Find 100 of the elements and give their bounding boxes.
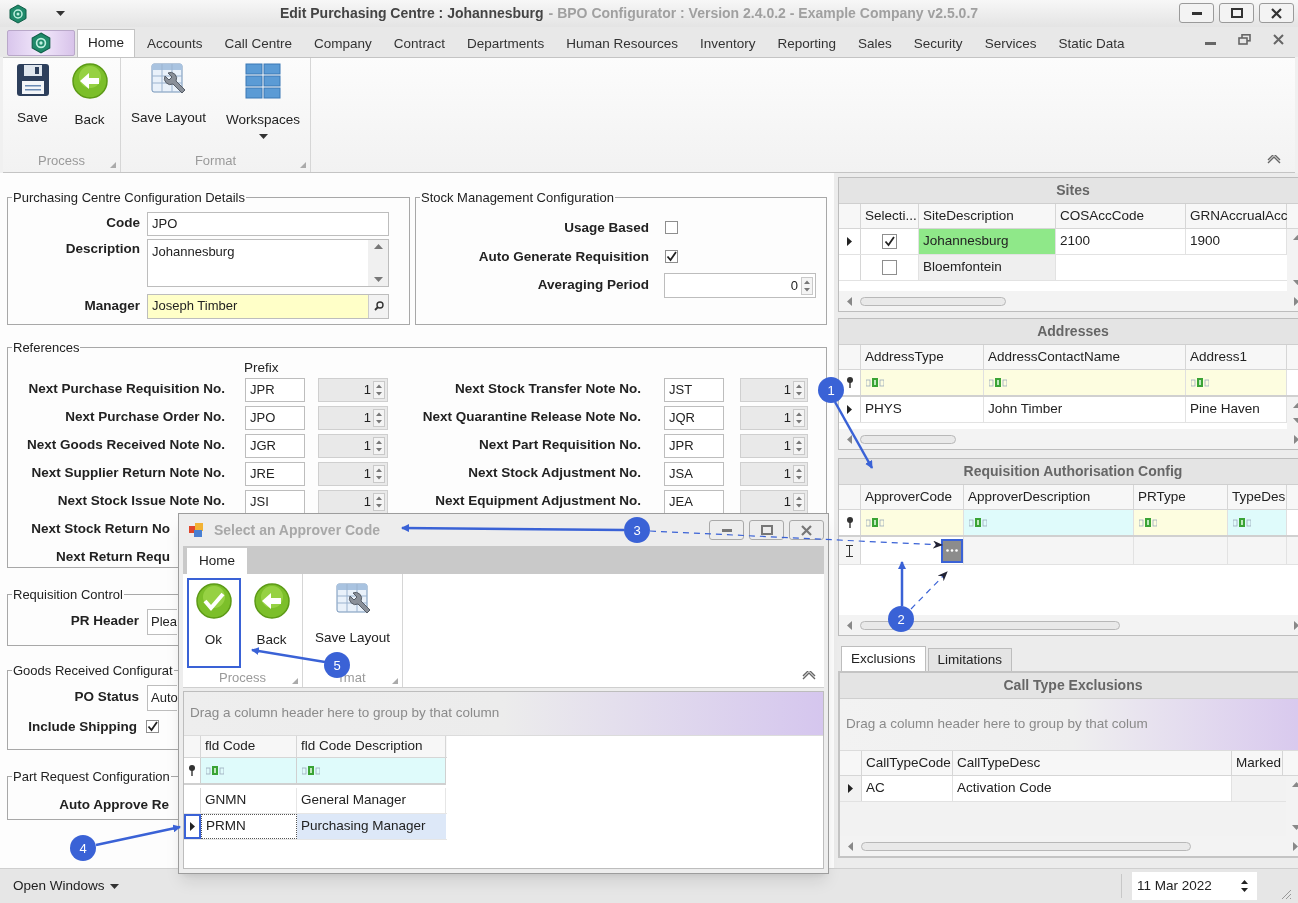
filter-cell[interactable] bbox=[861, 370, 984, 395]
ribbon-tab[interactable]: Accounts bbox=[137, 31, 213, 57]
scroll-left-icon[interactable] bbox=[847, 296, 852, 306]
open-windows-menu[interactable]: Open Windows bbox=[13, 875, 119, 897]
prefix-field[interactable]: JRE bbox=[245, 461, 305, 486]
editor-cell[interactable] bbox=[861, 537, 964, 564]
scrollbar-thumb[interactable] bbox=[860, 296, 1006, 306]
dialog-launcher-icon[interactable] bbox=[392, 677, 398, 684]
column-header[interactable]: AddressContactName bbox=[984, 345, 1186, 369]
spin-field[interactable]: 1 bbox=[740, 433, 808, 458]
spin-field[interactable]: 1 bbox=[740, 377, 808, 402]
spin-field[interactable]: 1 bbox=[740, 489, 808, 514]
ribbon-button[interactable]: Ok bbox=[186, 578, 241, 668]
filter-cell[interactable] bbox=[297, 758, 446, 785]
spin-icon[interactable] bbox=[1240, 878, 1249, 894]
scroll-down-icon[interactable] bbox=[373, 276, 383, 282]
prefix-field[interactable]: JPR bbox=[245, 377, 305, 402]
collapse-icon[interactable] bbox=[1267, 155, 1281, 164]
spin-field[interactable]: 1 bbox=[318, 433, 388, 458]
prefix-field[interactable]: JPR bbox=[664, 433, 724, 458]
prefix-field[interactable]: JST bbox=[664, 377, 724, 402]
column-header[interactable]: COSAccCode bbox=[1056, 204, 1186, 228]
close-button[interactable] bbox=[1259, 3, 1294, 23]
tab[interactable]: Exclusions bbox=[841, 646, 926, 671]
prefix-field[interactable]: JQR bbox=[664, 405, 724, 430]
ribbon-button[interactable]: Save bbox=[6, 58, 59, 148]
filter-cell[interactable] bbox=[201, 758, 297, 785]
column-header[interactable]: CallTypeCode bbox=[862, 751, 953, 775]
ribbon-tab[interactable]: Static Data bbox=[1048, 31, 1135, 57]
search-icon[interactable] bbox=[373, 301, 384, 311]
spin-field[interactable]: 0 bbox=[664, 273, 816, 298]
column-header[interactable]: Selecti... bbox=[861, 204, 919, 228]
spin-field[interactable]: 1 bbox=[740, 461, 808, 486]
filter-cell[interactable] bbox=[861, 510, 964, 535]
column-header[interactable]: Marked bbox=[1232, 751, 1283, 775]
table-cell[interactable]: PRMN bbox=[201, 814, 297, 839]
dialog-launcher-icon[interactable] bbox=[110, 162, 116, 168]
column-header[interactable]: AddressType bbox=[861, 345, 984, 369]
scroll-left-icon[interactable] bbox=[847, 620, 852, 630]
lookup-field[interactable]: Joseph Timber bbox=[147, 293, 389, 319]
ribbon-tab[interactable]: Inventory bbox=[690, 31, 766, 57]
prefix-field[interactable]: JEA bbox=[664, 489, 724, 514]
spin-field[interactable]: 1 bbox=[318, 405, 388, 430]
scroll-right-icon[interactable] bbox=[1294, 620, 1298, 630]
tab[interactable]: Limitations bbox=[927, 648, 1013, 671]
filter-cell[interactable] bbox=[1228, 510, 1287, 535]
ribbon-button[interactable]: Back bbox=[62, 58, 117, 148]
prefix-field[interactable]: JPO bbox=[245, 405, 305, 430]
ribbon-tab[interactable]: Company bbox=[304, 31, 382, 57]
filter-cell[interactable] bbox=[1134, 510, 1228, 535]
scroll-up-icon[interactable] bbox=[373, 243, 383, 249]
column-header[interactable]: PRType bbox=[1134, 485, 1228, 509]
scroll-right-icon[interactable] bbox=[1294, 434, 1298, 444]
table-cell[interactable]: Purchasing Manager bbox=[297, 814, 446, 839]
column-header[interactable]: SiteDescription bbox=[919, 204, 1056, 228]
column-header[interactable]: CallTypeDesc bbox=[953, 751, 1232, 775]
prefix-field[interactable]: JGR bbox=[245, 433, 305, 458]
filter-cell[interactable] bbox=[964, 510, 1134, 535]
column-header[interactable]: Address1 bbox=[1186, 345, 1287, 369]
spin-field[interactable]: 1 bbox=[740, 405, 808, 430]
checkbox[interactable] bbox=[665, 221, 678, 235]
ribbon-tab[interactable]: Call Centre bbox=[214, 31, 303, 57]
column-header[interactable]: fld Code bbox=[201, 736, 297, 757]
column-header[interactable]: fld Code Description bbox=[297, 736, 446, 757]
checkbox[interactable] bbox=[882, 234, 897, 249]
checkbox[interactable] bbox=[146, 720, 159, 734]
ribbon-tab[interactable]: Home bbox=[187, 548, 247, 574]
ribbon-tab[interactable]: Contract bbox=[383, 31, 455, 57]
scrollbar-thumb[interactable] bbox=[861, 841, 1191, 851]
column-header[interactable]: ApproverCode bbox=[861, 485, 964, 509]
ribbon-tab[interactable]: Reporting bbox=[767, 31, 847, 57]
ribbon-tab[interactable]: Human Resources bbox=[556, 31, 688, 57]
spin-field[interactable]: 1 bbox=[318, 377, 388, 402]
column-header[interactable]: ApproverDescription bbox=[964, 485, 1134, 509]
checkbox[interactable] bbox=[882, 260, 897, 275]
ribbon-tab[interactable]: Departments bbox=[456, 31, 555, 57]
filter-cell[interactable] bbox=[984, 370, 1186, 395]
ribbon-tab[interactable]: Home bbox=[77, 29, 135, 57]
scroll-up-icon[interactable] bbox=[1291, 782, 1298, 787]
scroll-left-icon[interactable] bbox=[847, 434, 852, 444]
text-field[interactable]: Plea bbox=[147, 608, 177, 635]
column-header[interactable]: GRNAccrualAcc bbox=[1186, 204, 1287, 228]
ribbon-tab[interactable]: Services bbox=[974, 31, 1047, 57]
ribbon-button[interactable]: Workspaces bbox=[218, 58, 309, 148]
dialog-launcher-icon[interactable] bbox=[300, 162, 306, 168]
collapse-icon[interactable] bbox=[802, 671, 816, 680]
column-header[interactable]: TypeDes bbox=[1228, 485, 1287, 509]
prefix-field[interactable]: JSI bbox=[245, 489, 305, 514]
scrollbar-thumb[interactable] bbox=[860, 434, 956, 444]
ribbon-tab[interactable]: Sales bbox=[848, 31, 902, 57]
spin-field[interactable]: 1 bbox=[318, 489, 388, 514]
memo-field[interactable]: Johannesburg bbox=[147, 238, 389, 287]
text-field[interactable]: JPO bbox=[147, 211, 389, 236]
text-field[interactable]: Auto bbox=[147, 684, 177, 711]
ellipsis-button[interactable] bbox=[941, 538, 963, 563]
scroll-right-icon[interactable] bbox=[1293, 841, 1298, 851]
scroll-down-icon[interactable] bbox=[1291, 825, 1298, 830]
prefix-field[interactable]: JSA bbox=[664, 461, 724, 486]
spin-field[interactable]: 1 bbox=[318, 461, 388, 486]
scroll-left-icon[interactable] bbox=[848, 841, 853, 851]
